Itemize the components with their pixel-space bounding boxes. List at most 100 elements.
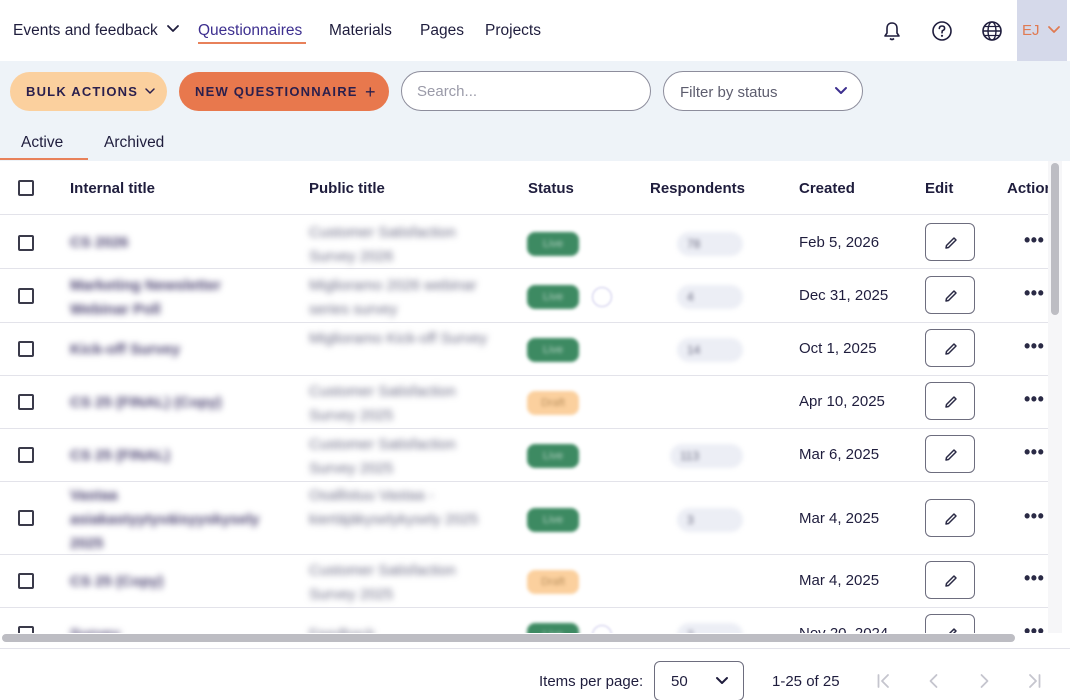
table-row: Survey Feedback Live 2 Nov 20, 2024 ••• — [0, 608, 1048, 633]
more-actions-icon[interactable]: ••• — [1024, 568, 1044, 589]
chevron-down-icon — [716, 677, 728, 684]
previous-page-icon[interactable] — [924, 671, 944, 691]
status-badge: Draft — [527, 391, 579, 415]
bulk-actions-button[interactable]: BULK ACTIONS — [10, 72, 167, 111]
globe-icon[interactable] — [981, 20, 1003, 42]
public-title: Customer Satisfaction Survey 2025 — [309, 383, 456, 424]
more-actions-icon[interactable]: ••• — [1024, 389, 1044, 410]
column-header-public-title[interactable]: Public title — [309, 180, 385, 197]
edit-button[interactable] — [925, 614, 975, 633]
created-date: Mar 4, 2025 — [799, 510, 880, 527]
row-checkbox[interactable] — [18, 626, 34, 633]
items-per-page-label: Items per page: — [539, 673, 644, 690]
internal-title[interactable]: Marketing Newsletter Webinar Poll — [70, 274, 260, 322]
tab-active[interactable]: Active — [21, 134, 63, 152]
search-input[interactable] — [401, 71, 651, 111]
more-actions-icon[interactable]: ••• — [1024, 621, 1044, 633]
next-page-icon[interactable] — [974, 671, 994, 691]
column-header-status[interactable]: Status — [528, 180, 574, 197]
more-actions-icon[interactable]: ••• — [1024, 506, 1044, 527]
table-row: Vastaa asiakastyytyväisyyskysely 2025 Os… — [0, 482, 1048, 555]
more-actions-icon[interactable]: ••• — [1024, 442, 1044, 463]
column-header-created[interactable]: Created — [799, 180, 855, 197]
row-checkbox[interactable] — [18, 341, 34, 357]
horizontal-scrollbar-thumb[interactable] — [2, 634, 1015, 642]
chevron-down-icon[interactable] — [166, 24, 180, 34]
edit-button[interactable] — [925, 276, 975, 314]
edit-button[interactable] — [925, 223, 975, 261]
internal-title[interactable]: Survey — [70, 623, 260, 633]
edit-button[interactable] — [925, 382, 975, 420]
table-row: CS 25 (FINAL) (Copy) Customer Satisfacti… — [0, 376, 1048, 429]
column-header-edit: Edit — [925, 180, 954, 197]
questionnaires-table: Internal title Public title Status Respo… — [0, 161, 1048, 633]
created-date: Mar 4, 2025 — [799, 572, 880, 589]
row-checkbox[interactable] — [18, 235, 34, 251]
status-badge: Live — [527, 508, 579, 532]
edit-button[interactable] — [925, 329, 975, 367]
row-checkbox[interactable] — [18, 394, 34, 410]
info-icon[interactable] — [592, 287, 612, 307]
created-date: Nov 20, 2024 — [799, 625, 888, 633]
first-page-icon[interactable] — [874, 671, 894, 691]
info-icon[interactable] — [592, 625, 612, 633]
public-title: Miglioramo 2026 webinar series survey — [309, 277, 477, 318]
pencil-icon — [945, 343, 957, 355]
row-checkbox[interactable] — [18, 447, 34, 463]
more-actions-icon[interactable]: ••• — [1024, 336, 1044, 357]
row-checkbox[interactable] — [18, 288, 34, 304]
created-date: Mar 6, 2025 — [799, 446, 880, 463]
toolbar: BULK ACTIONS NEW QUESTIONNAIRE + Filter … — [0, 61, 1070, 161]
more-actions-icon[interactable]: ••• — [1024, 283, 1044, 304]
row-checkbox[interactable] — [18, 573, 34, 589]
respondents-count[interactable]: 14 — [677, 338, 743, 362]
internal-title[interactable]: CS 25 (FINAL) (Copy) — [70, 391, 260, 415]
status-badge: Live — [527, 623, 579, 633]
pencil-icon — [945, 575, 957, 587]
nav-pages[interactable]: Pages — [420, 22, 464, 40]
row-checkbox[interactable] — [18, 510, 34, 526]
select-all-checkbox[interactable] — [18, 180, 34, 196]
tab-archived[interactable]: Archived — [104, 134, 164, 152]
nav-events-and-feedback[interactable]: Events and feedback — [13, 22, 158, 40]
status-badge: Draft — [527, 570, 579, 594]
last-page-icon[interactable] — [1024, 671, 1044, 691]
status-filter-select[interactable]: Filter by status — [663, 71, 863, 111]
items-per-page-select[interactable]: 50 — [654, 661, 744, 700]
nav-materials[interactable]: Materials — [329, 22, 392, 40]
public-title: Customer Satisfaction Survey 2025 — [309, 436, 456, 477]
respondents-count[interactable]: 78 — [677, 232, 743, 256]
chevron-down-icon — [1048, 26, 1060, 33]
column-header-internal-title[interactable]: Internal title — [70, 180, 155, 197]
user-menu[interactable]: EJ — [1017, 0, 1067, 61]
respondents-count[interactable]: 4 — [677, 285, 743, 309]
status-badge: Live — [527, 285, 579, 309]
internal-title[interactable]: Kick-off Survey — [70, 338, 260, 362]
table-row: CS 25 (FINAL) Customer Satisfaction Surv… — [0, 429, 1048, 482]
vertical-scrollbar-thumb[interactable] — [1051, 163, 1059, 315]
bell-icon[interactable] — [881, 20, 903, 42]
internal-title[interactable]: CS 25 (FINAL) — [70, 444, 260, 468]
internal-title[interactable]: Vastaa asiakastyytyväisyyskysely 2025 — [70, 484, 265, 556]
pencil-icon — [945, 513, 957, 525]
nav-questionnaires[interactable]: Questionnaires — [198, 22, 302, 40]
column-header-respondents[interactable]: Respondents — [650, 180, 745, 197]
respondents-count[interactable]: 3 — [677, 508, 743, 532]
nav-projects[interactable]: Projects — [485, 22, 541, 40]
new-questionnaire-button[interactable]: NEW QUESTIONNAIRE + — [179, 72, 389, 111]
pencil-icon — [945, 290, 957, 302]
status-badge: Live — [527, 232, 579, 256]
edit-button[interactable] — [925, 561, 975, 599]
public-title: Miglioramo Kick-off Survey — [309, 330, 488, 347]
more-actions-icon[interactable]: ••• — [1024, 230, 1044, 251]
internal-title[interactable]: CS 2026 — [70, 231, 260, 255]
edit-button[interactable] — [925, 435, 975, 473]
edit-button[interactable] — [925, 499, 975, 537]
respondents-count[interactable]: 113 — [670, 444, 743, 468]
internal-title[interactable]: CS 25 (Copy) — [70, 570, 260, 594]
help-icon[interactable] — [931, 20, 953, 42]
respondents-count[interactable]: 2 — [677, 623, 743, 633]
plus-icon: + — [365, 82, 377, 102]
top-navigation: Events and feedback Questionnaires Mater… — [0, 0, 1070, 61]
created-date: Oct 1, 2025 — [799, 340, 877, 357]
